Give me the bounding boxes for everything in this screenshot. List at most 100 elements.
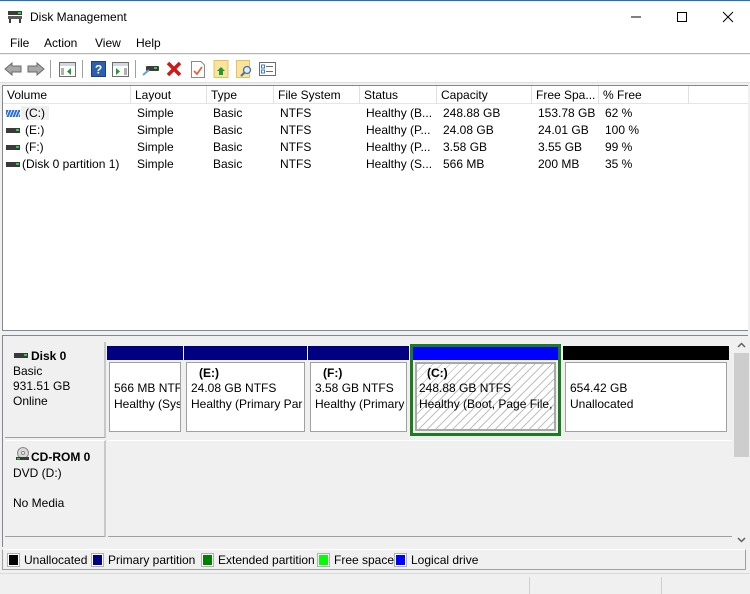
forward-arrow-icon — [27, 62, 45, 76]
properties-check-icon — [191, 60, 205, 78]
legend-swatch — [317, 553, 330, 567]
show-hide-console-tree-button[interactable] — [57, 59, 77, 79]
volume-row[interactable]: (F:) Simple Basic NTFS Healthy (P... 3.5… — [3, 139, 748, 156]
partition-legend: Unallocated Primary partition Extended p… — [2, 549, 746, 570]
toolbar: ? — [0, 55, 750, 83]
volume-layout: Simple — [137, 106, 174, 120]
volume-status: Healthy (P... — [366, 140, 431, 154]
forward-button[interactable] — [26, 59, 46, 79]
column-header-status[interactable]: Status — [360, 86, 437, 104]
legend-primary-partition: Primary partition — [91, 553, 195, 567]
menu-help[interactable]: Help — [136, 36, 161, 50]
partition-c-selected[interactable]: (C:) 248.88 GB NTFS Healthy (Boot, Page … — [410, 344, 561, 436]
partition-f[interactable]: (F:) 3.58 GB NTFS Healthy (Primary — [308, 346, 409, 434]
column-header-filler — [689, 86, 748, 104]
graphical-view-scrollbar[interactable] — [733, 336, 750, 548]
volume-type: Basic — [213, 123, 243, 137]
legend-swatch — [201, 553, 214, 567]
legend-label: Unallocated — [24, 553, 88, 567]
column-header-type[interactable]: Type — [207, 86, 274, 104]
volume-list-header: Volume Layout Type File System Status Ca… — [3, 86, 748, 104]
status-bar-separator — [661, 577, 662, 594]
disk-0-label[interactable]: Disk 0 Basic 931.51 GB Online — [5, 342, 106, 438]
minimize-button[interactable] — [613, 2, 659, 32]
volume-percent-free: 99 % — [605, 140, 633, 154]
partition-body: (C:) 248.88 GB NTFS Healthy (Boot, Page … — [415, 362, 556, 431]
column-header-file-system[interactable]: File System — [274, 86, 360, 104]
delete-button[interactable] — [164, 59, 184, 79]
connect-virtual-disk-button[interactable] — [141, 59, 161, 79]
status-bar-separator — [529, 577, 530, 594]
menu-action[interactable]: Action — [44, 36, 77, 50]
minimize-icon — [631, 16, 641, 18]
close-icon — [722, 11, 734, 23]
settings-button[interactable] — [257, 59, 277, 79]
explore-button[interactable] — [234, 59, 254, 79]
partition-body: (F:) 3.58 GB NTFS Healthy (Primary — [310, 362, 407, 432]
back-button[interactable] — [3, 59, 23, 79]
partition-type-bar — [563, 346, 729, 360]
partition-body: (E:) 24.08 GB NTFS Healthy (Primary Par — [186, 362, 305, 432]
volume-percent-free: 35 % — [605, 157, 633, 171]
cdrom-icon — [16, 447, 29, 460]
disk-0-status: Online — [13, 394, 48, 408]
scroll-down-button[interactable] — [733, 531, 750, 548]
volume-type: Basic — [213, 157, 243, 171]
partition-label: (E:) — [199, 366, 219, 380]
legend-swatch — [91, 553, 104, 567]
chevron-down-icon — [737, 536, 746, 543]
properties-button[interactable] — [188, 59, 208, 79]
volume-file-system: NTFS — [280, 140, 312, 154]
legend-logical-drive: Logical drive — [394, 553, 479, 567]
window-title: Disk Management — [30, 10, 127, 24]
volume-row[interactable]: (E:) Simple Basic NTFS Healthy (P... 24.… — [3, 122, 748, 139]
title-bar: Disk Management — [0, 2, 750, 32]
volume-file-system: NTFS — [280, 157, 312, 171]
partition-body: 566 MB NTF Healthy (Sys — [109, 362, 181, 432]
hard-disk-icon — [14, 353, 28, 358]
scrollbar-thumb[interactable] — [734, 353, 749, 457]
legend-free-space: Free space — [317, 553, 395, 567]
partition-body: 654.42 GB Unallocated — [565, 362, 727, 432]
volume-icon — [6, 162, 20, 167]
cdrom-0-label[interactable]: CD-ROM 0 DVD (D:) No Media — [5, 440, 106, 537]
volume-free-space: 153.78 GB — [538, 106, 596, 120]
partition-unallocated[interactable]: 654.42 GB Unallocated — [563, 346, 729, 434]
column-header-free-space[interactable]: Free Spa... — [532, 86, 599, 104]
partition-size: 654.42 GB — [570, 381, 628, 395]
close-button[interactable] — [705, 2, 750, 32]
disk-0-type: Basic — [13, 364, 43, 378]
disk-0-size: 931.51 GB — [13, 379, 71, 393]
column-header-layout[interactable]: Layout — [131, 86, 207, 104]
maximize-button[interactable] — [659, 2, 705, 32]
maximize-icon — [677, 12, 687, 22]
legend-swatch — [394, 553, 407, 567]
help-button[interactable]: ? — [88, 59, 108, 79]
volume-status: Healthy (B... — [366, 106, 433, 120]
volume-layout: Simple — [137, 140, 174, 154]
show-hide-action-pane-button[interactable] — [110, 59, 130, 79]
partition-e[interactable]: (E:) 24.08 GB NTFS Healthy (Primary Par — [184, 346, 307, 434]
toolbar-separator — [50, 60, 51, 78]
legend-label: Logical drive — [411, 553, 479, 567]
volume-name: (E:) — [25, 123, 45, 137]
column-header-capacity[interactable]: Capacity — [437, 86, 532, 104]
partition-system-reserved[interactable]: 566 MB NTF Healthy (Sys — [107, 346, 183, 434]
disk-connect-icon — [142, 66, 159, 76]
legend-label: Free space — [334, 553, 395, 567]
partition-status: Healthy (Boot, Page File, — [419, 397, 553, 411]
cdrom-0-name: CD-ROM 0 — [31, 450, 91, 464]
open-folder-button[interactable] — [211, 59, 231, 79]
volume-row[interactable]: (C:) Simple Basic NTFS Healthy (B... 248… — [3, 105, 748, 122]
volume-list[interactable]: Volume Layout Type File System Status Ca… — [2, 85, 748, 331]
toolbar-separator — [82, 60, 83, 78]
column-header-volume[interactable]: Volume — [3, 86, 131, 104]
column-header-percent-free[interactable]: % Free — [599, 86, 689, 104]
folder-up-icon — [213, 60, 229, 78]
volume-row[interactable]: (Disk 0 partition 1) Simple Basic NTFS H… — [3, 156, 748, 173]
menu-file[interactable]: File — [10, 36, 29, 50]
volume-icon — [6, 145, 20, 150]
volume-type: Basic — [213, 106, 243, 120]
menu-view[interactable]: View — [95, 36, 121, 50]
scroll-up-button[interactable] — [733, 336, 750, 353]
